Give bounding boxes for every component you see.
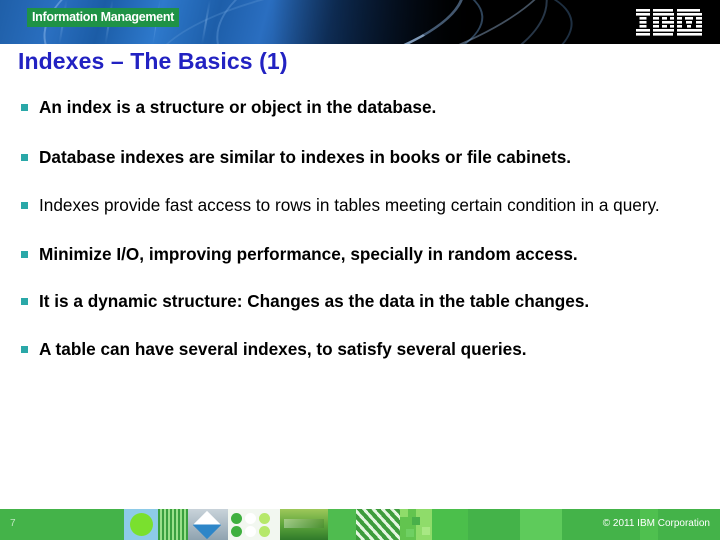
footer-diamond-icon xyxy=(192,510,222,540)
footer-grid-cell xyxy=(400,509,408,517)
footer-landscape-band xyxy=(284,519,324,528)
information-management-badge: Information Management xyxy=(27,8,180,27)
banner-light-streak xyxy=(201,0,211,44)
banner-swoosh-arc xyxy=(205,0,559,44)
footer-dot xyxy=(259,513,270,524)
list-item-text: Indexes provide fast access to rows in t… xyxy=(39,195,660,215)
footer-color-block xyxy=(520,509,562,540)
footer-tile-dots xyxy=(228,509,280,540)
footer-tile-circle xyxy=(124,509,158,540)
page-title: Indexes – The Basics (1) xyxy=(18,48,288,74)
copyright-notice: © 2011 IBM Corporation xyxy=(602,518,710,529)
ibm-logo-icon xyxy=(636,9,702,36)
footer-tile-diamond xyxy=(188,509,228,540)
list-item: A table can have several indexes, to sat… xyxy=(18,338,708,361)
list-item: Minimize I/O, improving performance, spe… xyxy=(18,243,708,266)
list-item: It is a dynamic structure: Changes as th… xyxy=(18,290,708,313)
bullet-square-icon xyxy=(21,346,28,353)
footer-dot xyxy=(231,526,242,537)
footer-bar: 7 © 2011 IBM Corporation xyxy=(0,509,720,540)
bullet-square-icon xyxy=(21,202,28,209)
bullet-list: An index is a structure or object in the… xyxy=(18,96,708,361)
list-item-text: Minimize I/O, improving performance, spe… xyxy=(39,244,578,264)
list-item-text: Database indexes are similar to indexes … xyxy=(39,147,572,167)
footer-dot xyxy=(259,526,270,537)
list-item-text: It is a dynamic structure: Changes as th… xyxy=(39,291,590,311)
footer-dot xyxy=(231,513,242,524)
footer-grid-cell xyxy=(412,517,420,525)
footer-tile-landscape xyxy=(280,509,328,540)
footer-tile-solid xyxy=(328,509,356,540)
slide-root: Information Management Indexes – The Bas… xyxy=(0,0,720,540)
header-banner: Information Management xyxy=(0,0,720,44)
list-item: Indexes provide fast access to rows in t… xyxy=(18,194,708,217)
footer-green-circle-icon xyxy=(130,513,153,536)
bullet-square-icon xyxy=(21,298,28,305)
list-item-text: An index is a structure or object in the… xyxy=(39,97,437,117)
list-item: An index is a structure or object in the… xyxy=(18,96,708,119)
footer-tile-grid xyxy=(400,509,432,540)
footer-color-block xyxy=(432,509,468,540)
page-number: 7 xyxy=(10,518,16,529)
footer-grid-cell xyxy=(422,527,430,535)
footer-tile-stripes xyxy=(158,509,188,540)
footer-tile-hatch xyxy=(356,509,400,540)
footer-grid-cell xyxy=(406,529,414,537)
list-item-text: A table can have several indexes, to sat… xyxy=(39,339,527,359)
bullet-square-icon xyxy=(21,104,28,111)
footer-dot xyxy=(245,513,256,524)
list-item: Database indexes are similar to indexes … xyxy=(18,146,708,169)
footer-dot xyxy=(245,526,256,537)
bullet-square-icon xyxy=(21,251,28,258)
bullet-square-icon xyxy=(21,154,28,161)
